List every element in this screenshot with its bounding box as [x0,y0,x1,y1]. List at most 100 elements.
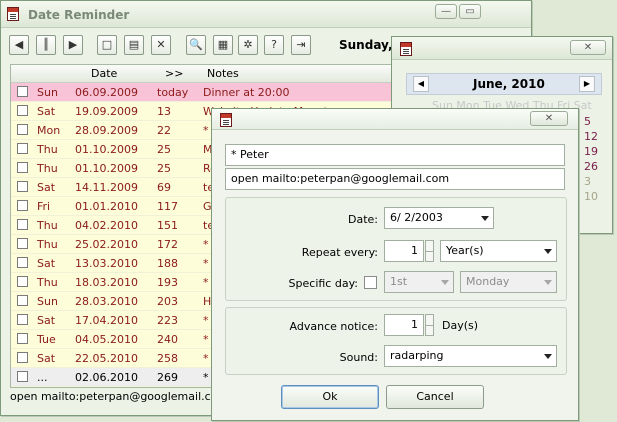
row-days: 25 [157,162,171,175]
month-title: June, 2010 [473,77,545,91]
col-date[interactable]: Date [91,67,117,80]
delete-icon: ✕ [156,38,166,51]
settings-icon: ✲ [243,38,253,51]
row-days: today [157,86,189,99]
row-days: 269 [157,371,178,384]
date-value: 6/ 2/2003 [390,211,443,224]
row-date: 18.03.2010 [75,276,138,289]
row-days: 240 [157,333,178,346]
list-button[interactable]: ▤ [124,35,144,55]
row-date: 14.11.2009 [75,181,138,194]
calendar-day[interactable]: 26 [584,160,604,175]
row-checkbox[interactable] [17,200,28,211]
exit-button[interactable]: ⇥ [291,35,311,55]
calendar-day[interactable]: 5 [584,115,604,130]
next-month-button[interactable]: ▶ [579,76,595,92]
row-checkbox[interactable] [17,181,28,192]
help-button[interactable]: ? [264,35,284,55]
col-notes[interactable]: Notes [207,67,239,80]
row-note: * [203,333,209,346]
row-checkbox[interactable] [17,162,28,173]
row-date: 28.09.2009 [75,124,138,137]
row-day: ... [37,371,48,384]
row-checkbox[interactable] [17,86,28,97]
chevron-down-icon [481,216,489,221]
row-day: Thu [37,276,58,289]
row-note: * [203,352,209,365]
help-icon: ? [271,38,277,51]
row-day: Sun [37,86,58,99]
barcode-button[interactable]: ║ [36,35,56,55]
row-days: 172 [157,238,178,251]
settings-button[interactable]: ✲ [238,35,258,55]
row-day: Sun [37,295,58,308]
row-checkbox[interactable] [17,219,28,230]
row-checkbox[interactable] [17,352,28,363]
row-checkbox[interactable] [17,333,28,344]
row-date: 01.10.2009 [75,143,138,156]
cancel-button[interactable]: Cancel [386,385,484,409]
repeat-unit-select[interactable]: Year(s) [440,240,557,262]
maximize-button[interactable]: ▭ [459,4,481,19]
new-button[interactable]: □ [97,35,117,55]
advance-notice-label: Advance notice: [289,320,378,333]
row-day: Thu [37,162,58,175]
row-checkbox[interactable] [17,257,28,268]
next-button[interactable]: ▶ [63,35,83,55]
calendar-day[interactable]: 19 [584,145,604,160]
saturday-column: 5 12 19 26 3 10 [584,115,604,205]
sound-select[interactable]: radarping [384,345,557,367]
specific-weekday-select[interactable]: Monday [460,271,557,293]
row-checkbox[interactable] [17,314,28,325]
calendar-day[interactable]: 3 [584,175,604,190]
delete-button[interactable]: ✕ [151,35,171,55]
row-note: Dinner at 20:00 [203,86,290,99]
row-checkbox[interactable] [17,105,28,116]
row-day: Sat [37,352,56,365]
date-picker[interactable]: 6/ 2/2003 [384,207,494,229]
name-field[interactable]: * Peter [225,144,565,166]
col-days[interactable]: >> [165,67,183,80]
row-days: 193 [157,276,178,289]
prev-icon: ◀ [14,38,24,51]
dialog-close-button[interactable]: ✕ [530,111,568,126]
main-titlebar[interactable]: Date Reminder — ▭ [1,1,531,28]
advance-notice-stepper[interactable] [425,314,434,336]
prev-month-button[interactable]: ◀ [413,76,429,92]
repeat-stepper[interactable] [425,240,434,262]
row-checkbox[interactable] [17,143,28,154]
row-note: * [203,276,209,289]
ok-button[interactable]: Ok [281,385,379,409]
row-note: * [203,314,209,327]
calendar-day[interactable]: 12 [584,130,604,145]
repeat-input[interactable]: 1 [384,240,424,262]
row-checkbox[interactable] [17,124,28,135]
table-row[interactable]: Sun 06.09.2009 today Dinner at 20:00 [11,83,391,102]
chevron-down-icon [441,280,449,285]
specific-day-label: Specific day: [288,277,358,290]
row-checkbox[interactable] [17,238,28,249]
row-checkbox[interactable] [17,276,28,287]
reminder-dialog: ✕ * Peter open mailto:peterpan@googlemai… [211,108,579,421]
dialog-titlebar[interactable]: ✕ [212,109,578,130]
advance-unit-label: Day(s) [442,319,479,332]
specific-day-checkbox[interactable] [364,276,377,289]
date-label: Date: [348,213,378,226]
row-date: 19.09.2009 [75,105,138,118]
specific-ordinal-select[interactable]: 1st [384,271,454,293]
calendar-day[interactable]: 10 [584,190,604,205]
calendar-button[interactable]: ▦ [213,35,233,55]
action-field[interactable]: open mailto:peterpan@googlemail.com [225,168,565,190]
row-checkbox[interactable] [17,371,28,382]
search-button[interactable]: 🔍 [186,35,206,55]
advance-notice-input[interactable]: 1 [384,314,424,336]
calendar-close-button[interactable]: ✕ [570,40,606,55]
row-checkbox[interactable] [17,295,28,306]
calendar-titlebar[interactable]: ✕ [392,37,612,60]
row-date: 02.06.2010 [75,371,138,384]
sound-label: Sound: [339,351,378,364]
prev-button[interactable]: ◀ [9,35,29,55]
minimize-button[interactable]: — [435,4,457,19]
repeat-unit-value: Year(s) [446,244,484,257]
row-date: 13.03.2010 [75,257,138,270]
